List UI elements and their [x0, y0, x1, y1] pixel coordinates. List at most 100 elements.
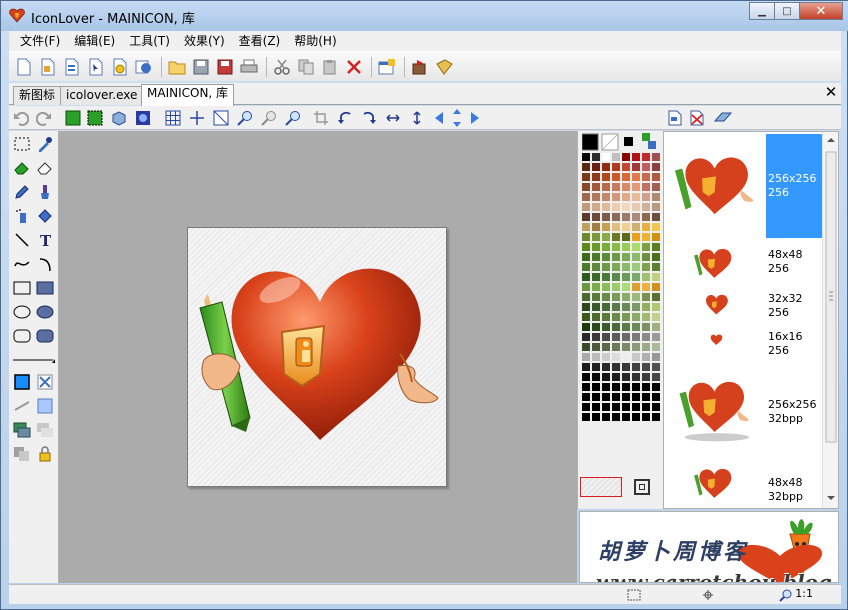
rounded-rect-tool-icon[interactable]: [11, 325, 33, 347]
lock-transparency-tool-icon[interactable]: [34, 443, 56, 465]
palette-swatch[interactable]: [602, 233, 611, 242]
palette-swatch[interactable]: [612, 173, 621, 182]
palette-swatch[interactable]: [642, 213, 651, 222]
palette-swatch[interactable]: [632, 363, 641, 372]
palette-swatch[interactable]: [602, 313, 611, 322]
palette-swatch[interactable]: [582, 343, 591, 352]
palette-swatch[interactable]: [632, 213, 641, 222]
palette-swatch[interactable]: [632, 353, 641, 362]
palette-swatch[interactable]: [632, 203, 641, 212]
color-picker-tool-icon[interactable]: [34, 133, 56, 155]
palette-swatch[interactable]: [582, 313, 591, 322]
palette-swatch[interactable]: [632, 383, 641, 392]
palette-swatch[interactable]: [622, 203, 631, 212]
palette-swatch[interactable]: [632, 293, 641, 302]
palette-swatch[interactable]: [622, 343, 631, 352]
palette-swatch[interactable]: [612, 303, 621, 312]
palette-swatch[interactable]: [622, 363, 631, 372]
palette-swatch[interactable]: [612, 193, 621, 202]
palette-swatch[interactable]: [652, 333, 661, 342]
palette-swatch[interactable]: [592, 343, 601, 352]
palette-swatch[interactable]: [612, 243, 621, 252]
palette-swatch[interactable]: [602, 353, 611, 362]
palette-swatch[interactable]: [592, 393, 601, 402]
palette-swatch[interactable]: [652, 213, 661, 222]
palette-swatch[interactable]: [642, 273, 651, 282]
palette-swatch[interactable]: [622, 393, 631, 402]
palette-swatch[interactable]: [582, 223, 591, 232]
color-eraser-tool-icon[interactable]: [34, 157, 56, 179]
palette-swatch[interactable]: [592, 313, 601, 322]
palette-swatch[interactable]: [632, 373, 641, 382]
image-format-entry[interactable]: 48x48 256: [664, 238, 824, 288]
palette-swatch[interactable]: [622, 243, 631, 252]
palette-swatch[interactable]: [642, 183, 651, 192]
palette-swatch[interactable]: [622, 193, 631, 202]
palette-swatch[interactable]: [582, 203, 591, 212]
foreground-color-tool-icon[interactable]: [11, 371, 33, 393]
flip-horizontal-icon[interactable]: [383, 108, 403, 128]
menu-help[interactable]: 帮助(H): [287, 31, 343, 51]
palette-swatch[interactable]: [622, 223, 631, 232]
palette-swatch[interactable]: [592, 283, 601, 292]
screen-color-swatch[interactable]: [634, 479, 650, 495]
palette-swatch[interactable]: [642, 233, 651, 242]
palette-swatch[interactable]: [582, 193, 591, 202]
image-format-entry[interactable]: 32x32 256: [664, 288, 824, 326]
palette-swatch[interactable]: [602, 193, 611, 202]
ellipse-tool-icon[interactable]: [11, 301, 33, 323]
palette-swatch[interactable]: [632, 223, 641, 232]
palette-swatch[interactable]: [652, 373, 661, 382]
palette-swatch[interactable]: [652, 413, 661, 422]
palette-swatch[interactable]: [612, 393, 621, 402]
palette-swatch[interactable]: [612, 373, 621, 382]
palette-swatch[interactable]: [582, 213, 591, 222]
filled-rounded-rect-tool-icon[interactable]: [34, 325, 56, 347]
palette-swatch[interactable]: [592, 373, 601, 382]
gradient-fill-tool-icon[interactable]: [34, 395, 56, 417]
palette-swatch[interactable]: [582, 283, 591, 292]
palette-swatch[interactable]: [622, 303, 631, 312]
palette-swatch[interactable]: [652, 153, 661, 162]
rotate-left-icon[interactable]: [335, 108, 355, 128]
palette-swatch[interactable]: [652, 393, 661, 402]
palette-swatch[interactable]: [612, 213, 621, 222]
palette-swatch[interactable]: [632, 163, 641, 172]
palette-swatch-grid[interactable]: [582, 153, 662, 423]
palette-swatch[interactable]: [652, 183, 661, 192]
palette-swatch[interactable]: [642, 263, 651, 272]
palette-swatch[interactable]: [642, 203, 651, 212]
palette-swatch[interactable]: [632, 413, 641, 422]
palette-swatch[interactable]: [612, 413, 621, 422]
palette-swatch[interactable]: [642, 393, 651, 402]
palette-swatch[interactable]: [622, 273, 631, 282]
palette-swatch[interactable]: [612, 313, 621, 322]
palette-swatch[interactable]: [602, 223, 611, 232]
palette-swatch[interactable]: [612, 333, 621, 342]
palette-swatch[interactable]: [632, 263, 641, 272]
palette-swatch[interactable]: [642, 253, 651, 262]
new-project-icon[interactable]: [133, 56, 155, 78]
palette-swatch[interactable]: [652, 293, 661, 302]
palette-swatch[interactable]: [592, 263, 601, 272]
palette-swatch[interactable]: [652, 203, 661, 212]
palette-swatch[interactable]: [642, 333, 651, 342]
palette-swatch[interactable]: [642, 343, 651, 352]
palette-swatch[interactable]: [602, 273, 611, 282]
palette-swatch[interactable]: [652, 363, 661, 372]
palette-swatch[interactable]: [612, 353, 621, 362]
palette-swatch[interactable]: [582, 403, 591, 412]
crop-icon[interactable]: [85, 108, 105, 128]
tab-new-icon[interactable]: 新图标: [13, 86, 62, 105]
palette-swatch[interactable]: [592, 293, 601, 302]
palette-swatch[interactable]: [642, 313, 651, 322]
palette-swatch[interactable]: [602, 363, 611, 372]
zoom-out-icon[interactable]: [259, 108, 279, 128]
move-all-icon[interactable]: [447, 108, 467, 128]
menu-file[interactable]: 文件(F): [13, 31, 67, 51]
palette-swatch[interactable]: [592, 163, 601, 172]
palette-swatch[interactable]: [642, 193, 651, 202]
palette-swatch[interactable]: [592, 413, 601, 422]
properties-icon[interactable]: [376, 56, 398, 78]
image-list-scrollbar[interactable]: [822, 132, 838, 508]
